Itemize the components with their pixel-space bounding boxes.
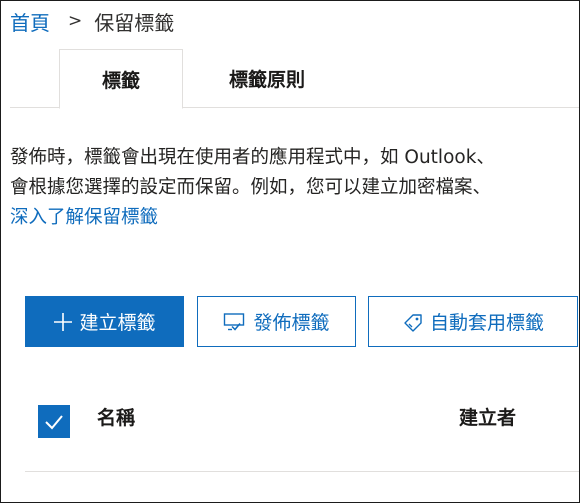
publish-labels-button[interactable]: 發佈標籤 — [197, 296, 356, 347]
tag-icon — [402, 312, 424, 332]
column-header-name[interactable]: 名稱 — [97, 403, 135, 430]
plus-icon — [53, 312, 73, 332]
description-line-1: 發佈時，標籤會出現在使用者的應用程式中，如 Outlook、 — [10, 147, 495, 168]
tab-bar: 標籤 標籤原則 — [1, 49, 579, 109]
tab-labels[interactable]: 標籤 — [59, 49, 183, 109]
tab-label-policies[interactable]: 標籤原則 — [197, 49, 337, 108]
breadcrumb-separator: > — [68, 11, 83, 31]
page-frame: 首頁 > 保留標籤 標籤 標籤原則 發佈時，標籤會出現在使用者的應用程式中，如 … — [0, 0, 580, 503]
auto-apply-label-text: 自動套用標籤 — [429, 312, 544, 334]
checkmark-icon — [45, 414, 63, 429]
column-header-created-by[interactable]: 建立者 — [459, 403, 516, 430]
auto-apply-label-button[interactable]: 自動套用標籤 — [368, 296, 578, 347]
breadcrumb-home-link[interactable]: 首頁 — [10, 7, 50, 36]
breadcrumb-current: 保留標籤 — [94, 10, 175, 35]
select-all-checkbox[interactable] — [38, 405, 70, 438]
page-description: 發佈時，標籤會出現在使用者的應用程式中，如 Outlook、 會根據您選擇的設定… — [10, 143, 579, 233]
breadcrumb: 首頁 > 保留標籤 — [10, 7, 174, 35]
create-label-text: 建立標籤 — [79, 312, 156, 334]
learn-more-link[interactable]: 深入了解保留標籤 — [10, 207, 158, 228]
table-header-divider — [25, 471, 579, 472]
create-label-button[interactable]: 建立標籤 — [25, 296, 184, 347]
description-line-2: 會根據您選擇的設定而保留。例如，您可以建立加密檔案、 — [10, 177, 492, 198]
publish-labels-text: 發佈標籤 — [253, 312, 330, 334]
publish-icon — [223, 312, 247, 332]
